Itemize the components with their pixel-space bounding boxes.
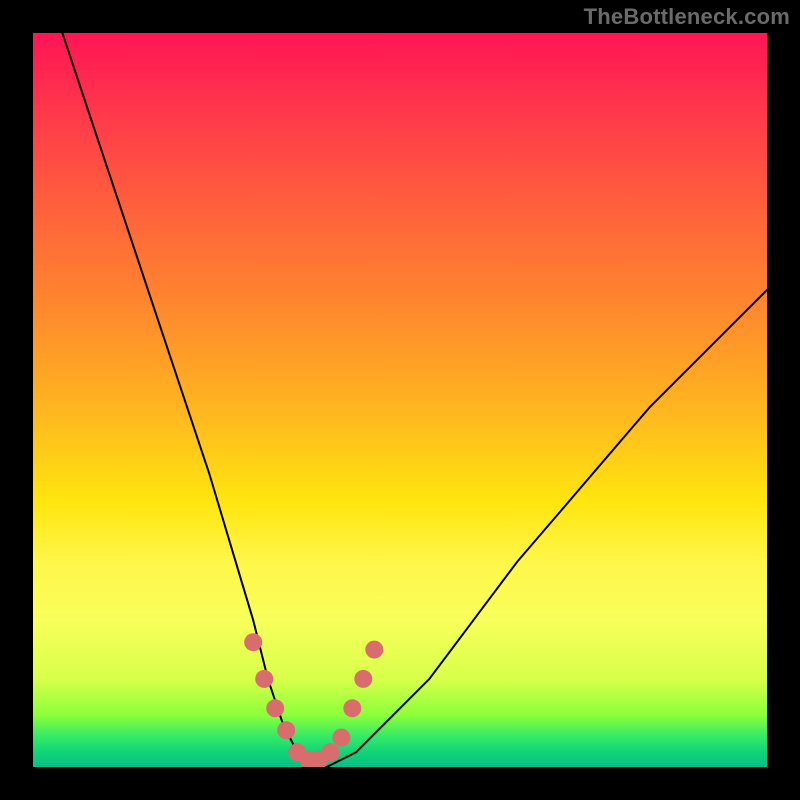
gradient-plot-area [33,33,767,767]
chart-frame: TheBottleneck.com [0,0,800,800]
watermark-text: TheBottleneck.com [584,4,790,30]
